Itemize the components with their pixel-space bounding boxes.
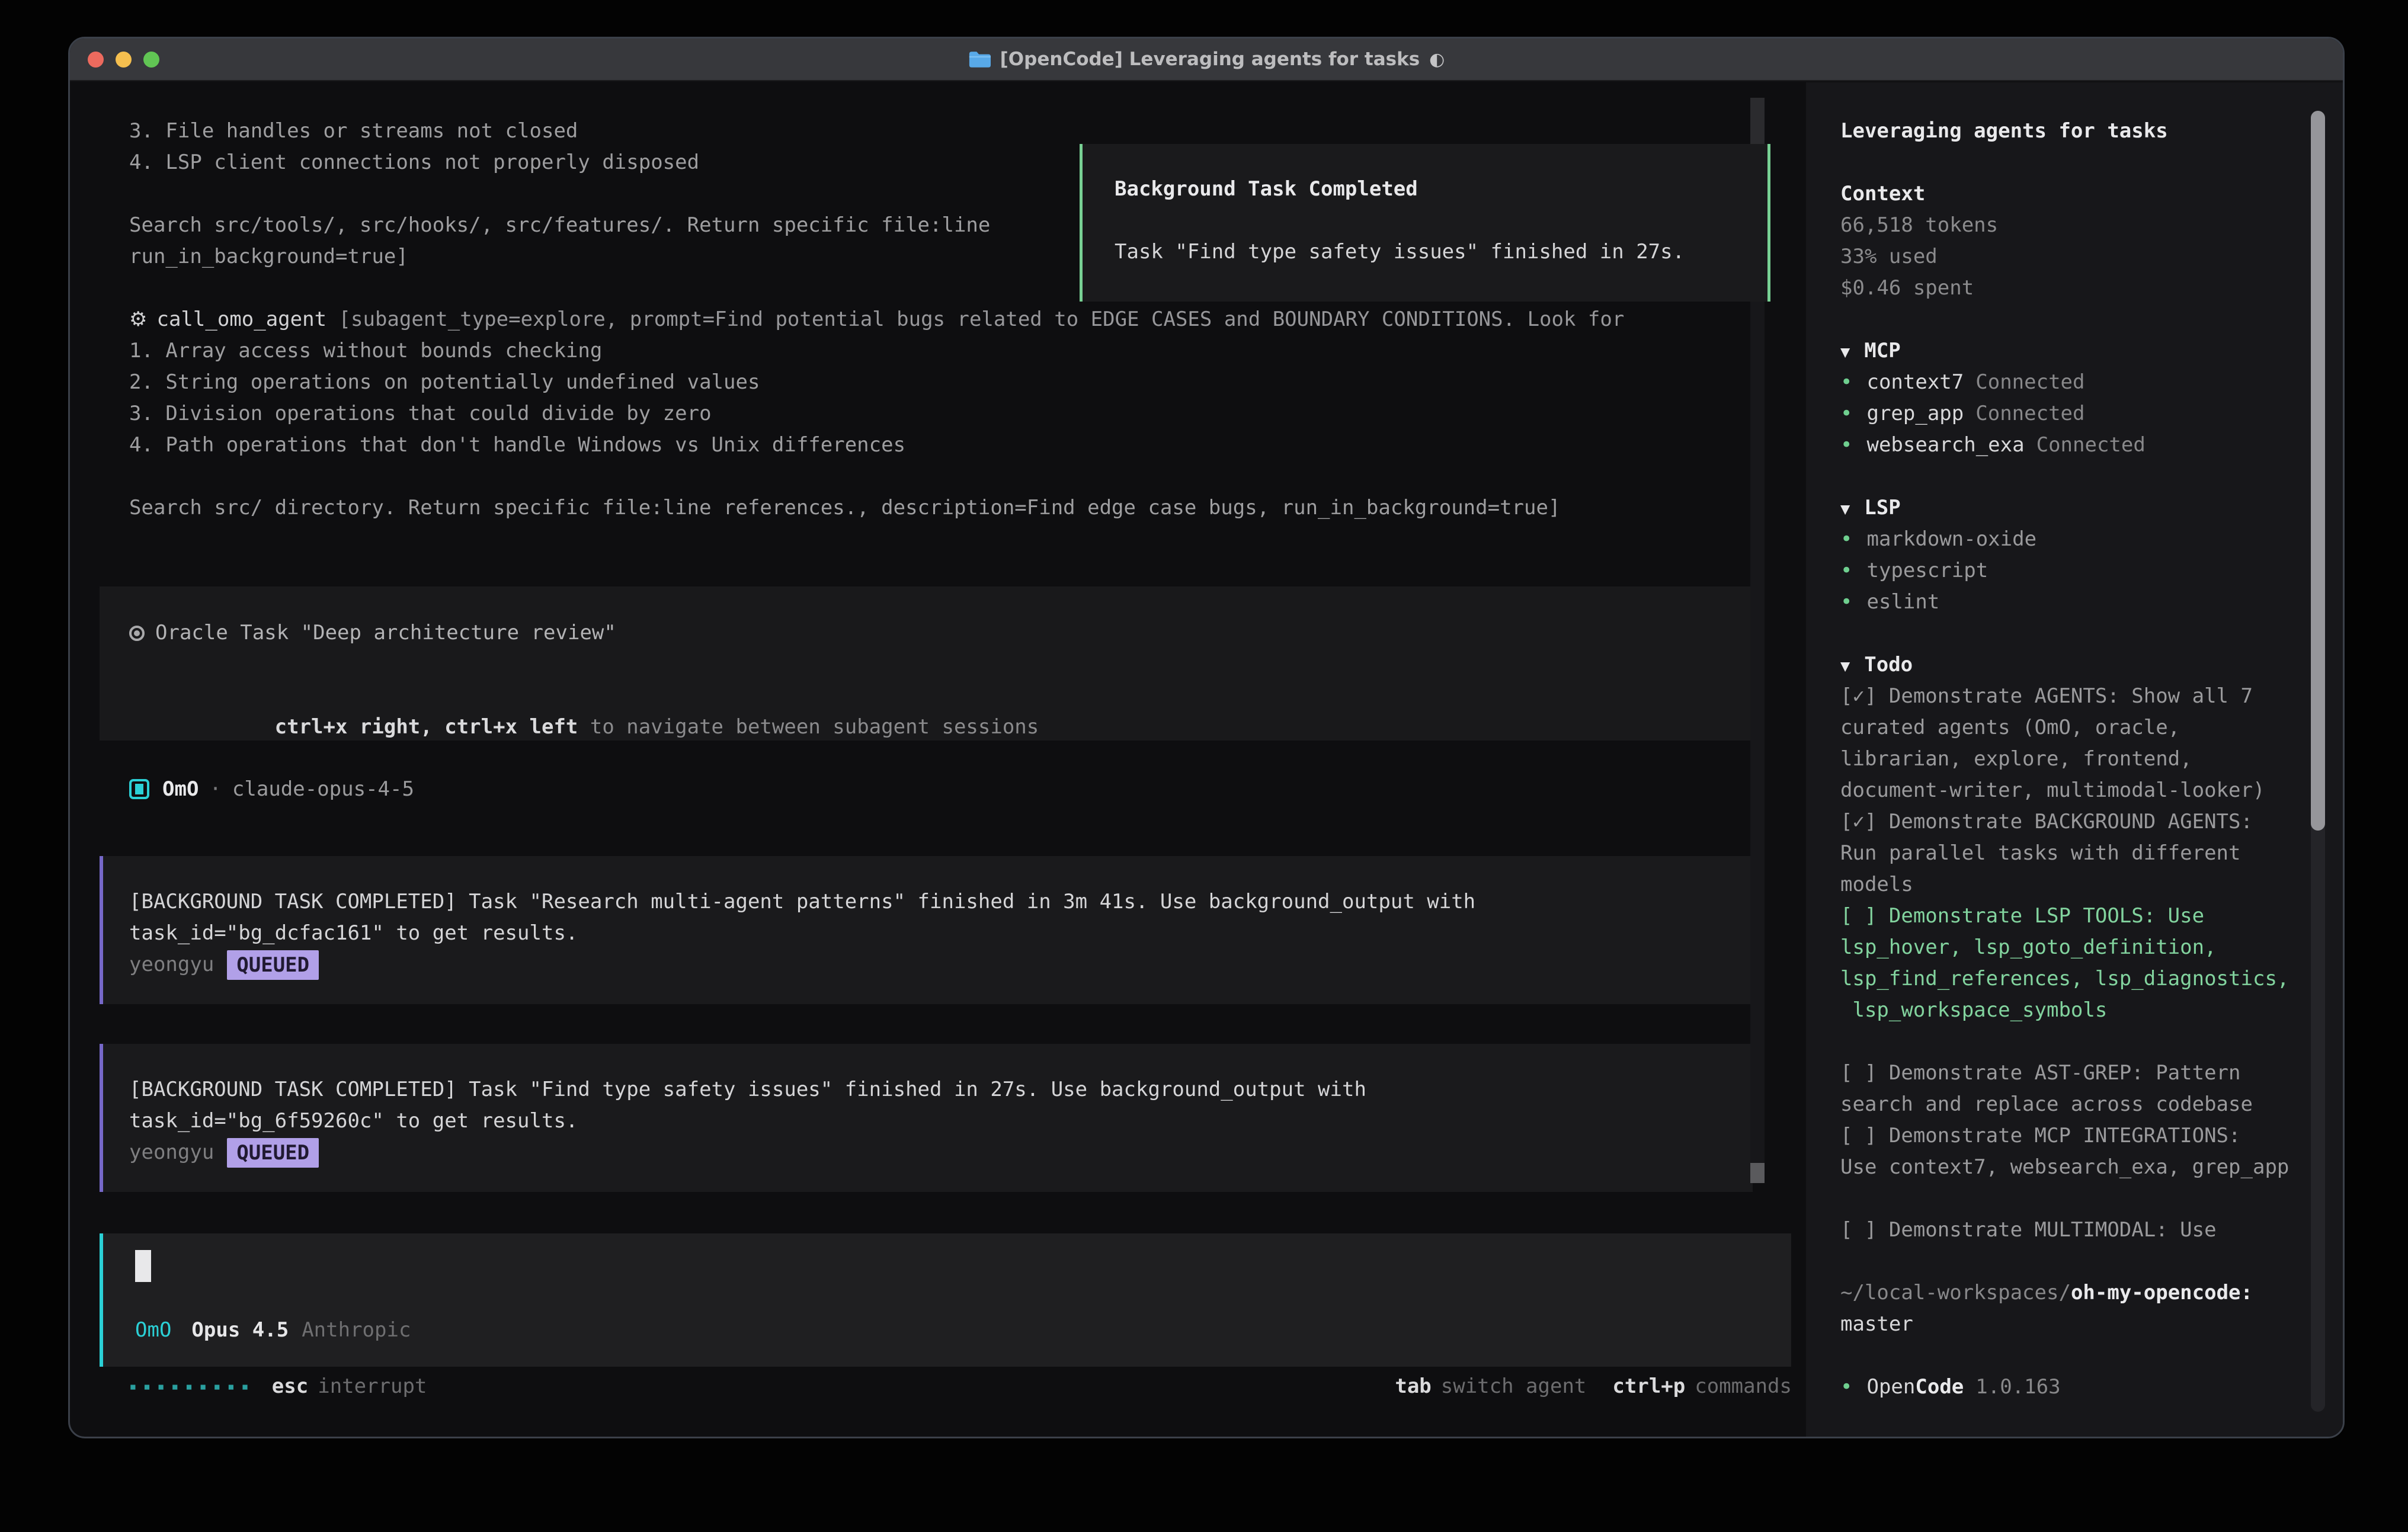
prompt-input[interactable]: OmO Opus 4.5 Anthropic (100, 1233, 1791, 1367)
window-title: [OpenCode] Leveraging agents for tasks (1000, 49, 1420, 70)
text-cursor (135, 1250, 151, 1282)
model-selector[interactable]: OmO Opus 4.5 Anthropic (135, 1318, 411, 1342)
gear-icon: ⚙ (129, 304, 147, 335)
toast-notification[interactable]: Background Task Completed Task "Find typ… (1080, 144, 1770, 302)
chevron-down-icon: ▼ (1840, 343, 1850, 361)
session-sidebar: Leveraging agents for tasks Context 66,5… (1806, 82, 2343, 1437)
esc-key-hint: esc (272, 1374, 308, 1398)
workspace-branch: master (1840, 1309, 2343, 1340)
ctrl-p-key-hint: ctrl+p (1612, 1374, 1685, 1398)
sidebar-scrollbar-thumb[interactable] (2311, 111, 2325, 831)
window-title-group: [OpenCode] Leveraging agents for tasks ◐ (968, 49, 1445, 70)
agent-name: OmO (162, 777, 198, 801)
tool-call-body: 1. Array access without bounds checking2… (129, 335, 1753, 524)
background-task-message[interactable]: [BACKGROUND TASK COMPLETED] Task "Resear… (100, 856, 1753, 1004)
todo-item: [ ] Demonstrate MULTIMODAL: Use (1840, 1214, 2343, 1246)
tab-key-hint: tab (1395, 1374, 1431, 1398)
active-agent-label: OmO (135, 1318, 171, 1342)
mcp-item: •context7Connected (1840, 367, 2343, 398)
context-used: 33% used (1840, 241, 2343, 273)
lsp-section-header[interactable]: ▼LSP (1840, 492, 2343, 524)
bullet-icon: • (1840, 370, 1852, 394)
agent-model: claude-opus-4-5 (232, 777, 414, 801)
notification-title: Background Task Completed (1115, 174, 1767, 205)
tool-name: call_omo_agent (156, 304, 326, 335)
notification-body: Task "Find type safety issues" finished … (1115, 236, 1767, 268)
bullet-icon: • (1840, 402, 1852, 425)
sidebar-scrollbar-track[interactable] (2311, 111, 2325, 1412)
context-tokens: 66,518 tokens (1840, 210, 2343, 241)
todo-item: [✓] Demonstrate BACKGROUND AGENTS:Run pa… (1840, 806, 2343, 900)
todo-item: [ ] Demonstrate AST-GREP: Patternsearch … (1840, 1057, 2343, 1120)
app-version-line: •OpenCode1.0.163 (1840, 1371, 2343, 1403)
tool-args: [subagent_type=explore, prompt=Find pote… (326, 304, 1624, 335)
status-badge: QUEUED (227, 1138, 319, 1168)
bullet-icon: • (1840, 433, 1852, 457)
lsp-item: •typescript (1840, 555, 2343, 586)
active-model-label: Opus 4.5 (191, 1318, 289, 1342)
chevron-down-icon: ▼ (1840, 500, 1850, 518)
close-window-button[interactable] (88, 52, 104, 68)
chat-scrollbar-thumb[interactable] (1750, 1163, 1765, 1183)
lsp-item: •eslint (1840, 586, 2343, 618)
oracle-task-title: Oracle Task "Deep architecture review" (155, 617, 616, 649)
window-titlebar[interactable]: [OpenCode] Leveraging agents for tasks ◐ (70, 39, 2343, 81)
task-message-line: [BACKGROUND TASK COMPLETED] Task "Resear… (129, 886, 1753, 918)
todo-item: [✓] Demonstrate AGENTS: Show all 7curate… (1840, 681, 2343, 806)
todo-item: [ ] Demonstrate MCP INTEGRATIONS:Use con… (1840, 1120, 2343, 1183)
task-message-line: task_id="bg_6f59260c" to get results. (129, 1105, 1753, 1137)
lsp-item: •markdown-oxide (1840, 524, 2343, 555)
folder-icon (968, 50, 991, 69)
commands-label: commands (1695, 1374, 1792, 1398)
todo-item: [ ] Demonstrate LSP TOOLS: Uselsp_hover,… (1840, 900, 2343, 1026)
minimize-window-button[interactable] (116, 52, 132, 68)
shortcut-keys: ctrl+x right, ctrl+x left (275, 715, 578, 739)
model-provider-label: Anthropic (302, 1318, 411, 1342)
session-title: Leveraging agents for tasks (1840, 116, 2343, 147)
workspace-path: ~/local-workspaces/oh-my-opencode: (1840, 1277, 2343, 1309)
maximize-window-button[interactable] (143, 52, 159, 68)
bullet-icon: • (1840, 590, 1852, 614)
task-message-line: task_id="bg_dcfac161" to get results. (129, 918, 1753, 949)
context-heading: Context (1840, 178, 2343, 210)
mcp-section-header[interactable]: ▼MCP (1840, 335, 2343, 367)
oracle-task-card[interactable]: Oracle Task "Deep architecture review" c… (100, 586, 1753, 741)
todo-section-header[interactable]: ▼Todo (1840, 649, 2343, 681)
interrupt-label: interrupt (318, 1374, 427, 1398)
agent-icon (129, 779, 149, 799)
status-bar: ▪▪▪▪▪▪▪▪▪ esc interrupt tab switch agent… (129, 1370, 1792, 1402)
user-name: yeongyu (129, 1137, 214, 1168)
bullet-icon: • (1840, 559, 1852, 582)
mcp-item: •websearch_exaConnected (1840, 430, 2343, 461)
traffic-lights (88, 39, 159, 80)
task-message-line: [BACKGROUND TASK COMPLETED] Task "Find t… (129, 1074, 1753, 1105)
terminal-window: [OpenCode] Leveraging agents for tasks ◐… (68, 37, 2345, 1438)
mcp-item: •grep_appConnected (1840, 398, 2343, 430)
record-icon (129, 626, 145, 641)
status-badge: QUEUED (227, 950, 319, 980)
switch-agent-label: switch agent (1441, 1374, 1587, 1398)
bullet-icon: • (1840, 527, 1852, 551)
chat-pane: 3. File handles or streams not closed4. … (70, 82, 1806, 1437)
tool-call-message[interactable]: ⚙ call_omo_agent [subagent_type=explore, … (100, 304, 1753, 524)
user-name: yeongyu (129, 949, 214, 980)
bullet-icon: • (1840, 1371, 1852, 1403)
context-spent: $0.46 spent (1840, 273, 2343, 304)
busy-spinner-icon: ▪▪▪▪▪▪▪▪▪ (129, 1379, 255, 1393)
agent-session-header[interactable]: OmO · claude-opus-4-5 (100, 773, 1753, 805)
background-task-message[interactable]: [BACKGROUND TASK COMPLETED] Task "Find t… (100, 1044, 1753, 1192)
app-content: 3. File handles or streams not closed4. … (70, 82, 2343, 1437)
session-busy-icon: ◐ (1429, 49, 1445, 70)
separator-dot: · (209, 777, 221, 801)
chevron-down-icon: ▼ (1840, 657, 1850, 675)
shortcut-help-text: to navigate between subagent sessions (578, 715, 1039, 739)
